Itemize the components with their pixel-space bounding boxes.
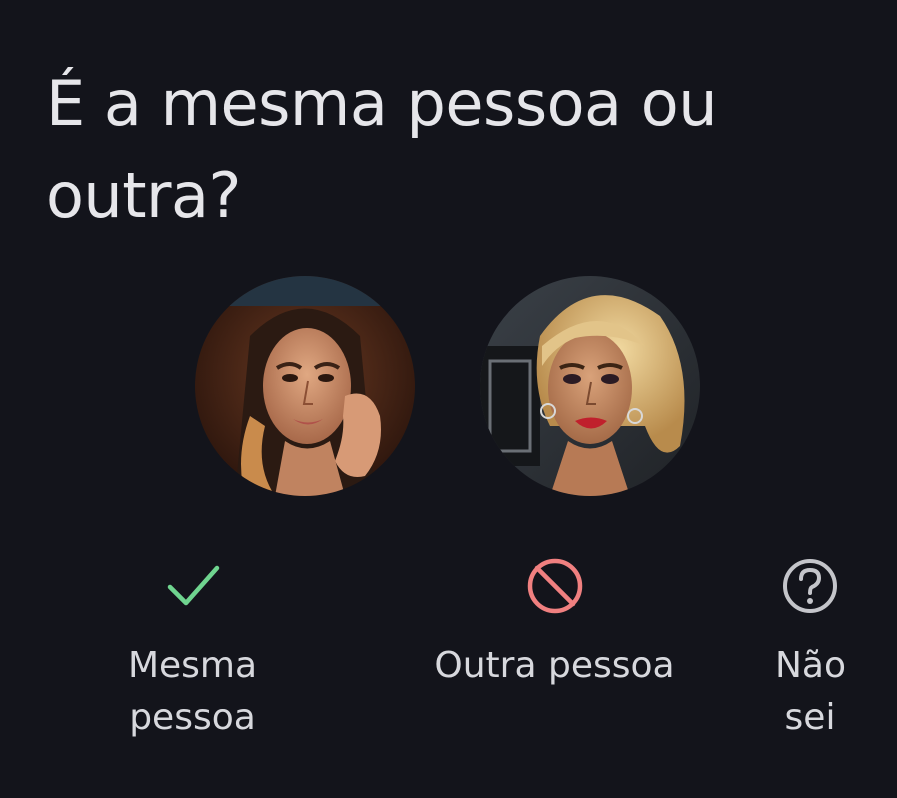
face-photo-right xyxy=(480,276,700,496)
face-photo-left xyxy=(195,276,415,496)
same-person-label: Mesma pessoa xyxy=(127,645,258,738)
dont-know-button[interactable]: Não sei xyxy=(775,556,847,744)
other-person-label: Outra pessoa xyxy=(434,645,675,686)
page-title: É a mesma pessoa ou outra? xyxy=(46,67,718,232)
same-person-button[interactable]: Mesma pessoa xyxy=(110,556,275,744)
question-circle-icon xyxy=(783,559,837,613)
other-person-button[interactable]: Outra pessoa xyxy=(412,556,697,692)
prohibited-icon xyxy=(527,558,582,614)
comparison-screen: É a mesma pessoa ou outra? Mesma pessoa … xyxy=(0,0,897,798)
check-icon xyxy=(167,565,219,606)
face-photo-left-image xyxy=(195,276,415,496)
dont-know-label: Não sei xyxy=(775,645,847,738)
face-photo-right-image xyxy=(480,276,700,496)
